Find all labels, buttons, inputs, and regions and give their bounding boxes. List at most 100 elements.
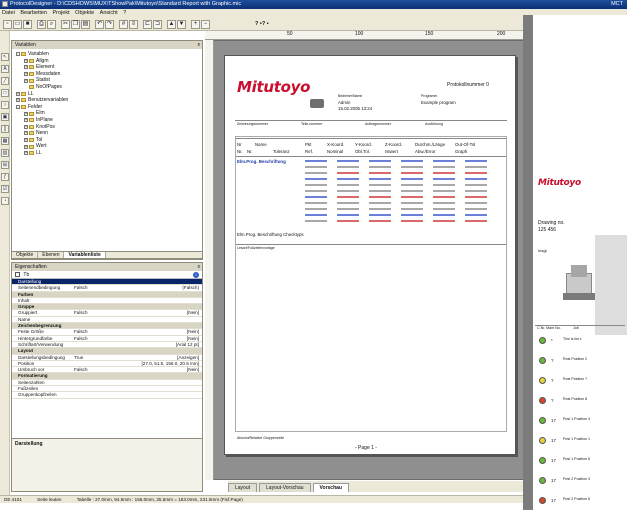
- preview-machine-cutoff: [595, 235, 627, 335]
- close-icon[interactable]: x: [198, 41, 201, 49]
- expand-icon[interactable]: +: [24, 78, 28, 83]
- tree-node[interactable]: NoOfPages: [16, 84, 198, 91]
- tree-node[interactable]: + Element: [16, 64, 198, 71]
- print-icon[interactable]: ⎙: [37, 20, 46, 29]
- align-icon[interactable]: ≡: [129, 20, 138, 29]
- print-preview-icon[interactable]: ⌕: [47, 20, 56, 29]
- chart-tool-icon[interactable]: ▥: [1, 149, 9, 157]
- new-icon[interactable]: ▫: [3, 20, 12, 29]
- report-page[interactable]: Mitutoyo Protokollnummer 0 Bediener/Name…: [224, 55, 516, 455]
- property-name: Hintergrundfarbe: [18, 335, 53, 341]
- property-name: Gruppe: [18, 304, 35, 310]
- table-tool-icon[interactable]: ▦: [1, 137, 9, 145]
- copy-icon[interactable]: ❐: [71, 20, 80, 29]
- help-buttons[interactable]: ? •? •: [255, 21, 269, 27]
- property-value: [Nein]: [186, 329, 199, 335]
- barcode-tool-icon[interactable]: ║: [1, 125, 9, 133]
- tree-node[interactable]: + Tol: [16, 137, 198, 144]
- bring-front-icon[interactable]: ▲: [167, 20, 176, 29]
- tab-preview[interactable]: Vorschau: [312, 483, 349, 492]
- menu-help[interactable]: ?: [121, 10, 128, 16]
- tree-node[interactable]: + InPlane: [16, 117, 198, 124]
- expand-icon[interactable]: +: [24, 124, 28, 129]
- tree-node[interactable]: + Messdaten: [16, 71, 198, 78]
- undo-icon[interactable]: ↶: [95, 20, 104, 29]
- rect-tool-icon[interactable]: □: [1, 89, 9, 97]
- tree-node[interactable]: + Allgm: [16, 58, 198, 65]
- close-icon[interactable]: x: [198, 263, 201, 271]
- property-name: Zeichenbegrenzung: [18, 323, 62, 329]
- send-back-icon[interactable]: ▼: [177, 20, 186, 29]
- line-tool-icon[interactable]: ╱: [1, 77, 9, 85]
- gauge-tool-icon[interactable]: ◔: [1, 197, 9, 205]
- formula-tool-icon[interactable]: ƒ: [1, 173, 9, 181]
- collapse-icon[interactable]: -: [16, 105, 20, 110]
- preview-col-header: C.Nr. Mam No.: [537, 326, 561, 330]
- image-tool-icon[interactable]: ▣: [1, 113, 9, 121]
- align-right-icon[interactable]: ⊐: [153, 20, 162, 29]
- tree-node[interactable]: + Elm: [16, 110, 198, 117]
- property-name: Darstellung: [18, 279, 42, 284]
- tree-node[interactable]: - Variablen: [16, 51, 198, 58]
- horizontal-ruler: 50 100 150 200: [205, 31, 530, 40]
- cut-icon[interactable]: ✂: [61, 20, 70, 29]
- info-col: Ausführung: [425, 122, 443, 126]
- tree-node[interactable]: + Wert: [16, 143, 198, 150]
- collapse-icon[interactable]: -: [16, 52, 20, 57]
- divider: [235, 120, 507, 121]
- align-left-icon[interactable]: ⊏: [143, 20, 152, 29]
- expand-icon[interactable]: +: [24, 58, 28, 63]
- text-tool-icon[interactable]: A: [1, 65, 9, 73]
- menu-ansicht[interactable]: Ansicht: [98, 10, 120, 16]
- select-tool-icon[interactable]: ↖: [1, 53, 9, 61]
- status-position: Tabelle : 27.0mm, 94.5mm : 156.0mm, 25.5…: [76, 497, 243, 502]
- tree-node[interactable]: + LL: [16, 150, 198, 157]
- expand-icon[interactable]: +: [24, 111, 28, 116]
- good-status-icon: [539, 357, 546, 364]
- menu-objekte[interactable]: Objekte: [73, 10, 96, 16]
- property-type: [74, 361, 122, 366]
- tab-ebenen[interactable]: Ebenen: [38, 252, 65, 258]
- expand-icon[interactable]: +: [24, 131, 28, 136]
- expand-icon[interactable]: +: [16, 98, 20, 103]
- ruler-mark: 50: [287, 31, 293, 37]
- zoom-out-icon[interactable]: −: [201, 20, 210, 29]
- info-col: Teile-nummer: [301, 122, 323, 126]
- expand-icon[interactable]: +: [24, 65, 28, 70]
- info-icon[interactable]: i: [193, 272, 199, 278]
- save-icon[interactable]: ■: [23, 20, 32, 29]
- tree-node[interactable]: + Nenn: [16, 130, 198, 137]
- expand-icon[interactable]: +: [24, 72, 28, 77]
- tab-layout[interactable]: Layout: [228, 483, 258, 492]
- menu-bearbeiten[interactable]: Bearbeiten: [18, 10, 49, 16]
- ellipse-tool-icon[interactable]: ○: [1, 101, 9, 109]
- expand-icon[interactable]: +: [24, 118, 28, 123]
- menu-datei[interactable]: Datei: [0, 10, 17, 16]
- zoom-in-icon[interactable]: +: [191, 20, 200, 29]
- expand-icon[interactable]: +: [24, 138, 28, 143]
- expand-icon[interactable]: +: [24, 151, 28, 156]
- folder-icon: [29, 131, 34, 136]
- property-value: [Nein]: [186, 335, 199, 341]
- redo-icon[interactable]: ↷: [105, 20, 114, 29]
- object-selector[interactable]: Tb i: [12, 271, 202, 279]
- expand-icon[interactable]: +: [16, 91, 20, 96]
- tab-variablenliste[interactable]: Variablenliste: [64, 252, 106, 258]
- tree-node[interactable]: + KnotPos: [16, 124, 198, 131]
- program-header: Programm: [421, 94, 438, 98]
- tab-objekte[interactable]: Objekte: [12, 252, 39, 258]
- menu-projekt[interactable]: Projekt: [51, 10, 72, 16]
- crosstab-tool-icon[interactable]: ⊞: [1, 161, 9, 169]
- open-icon[interactable]: ▭: [13, 20, 22, 29]
- tree-node[interactable]: + LL: [16, 91, 198, 98]
- tree-node[interactable]: + Benutzervariablen: [16, 97, 198, 104]
- tree-node[interactable]: - Felder: [16, 104, 198, 111]
- tree-node[interactable]: + Statist: [16, 77, 198, 84]
- property-value: [122, 348, 202, 353]
- property-row[interactable]: Gruppenkopfzeilen: [12, 392, 202, 399]
- paste-icon[interactable]: ▤: [81, 20, 90, 29]
- tab-layout-preview[interactable]: Layout-Vorschau: [259, 483, 311, 492]
- grid-icon[interactable]: #: [119, 20, 128, 29]
- expand-icon[interactable]: +: [24, 144, 28, 149]
- checkbox-tool-icon[interactable]: ☑: [1, 185, 9, 193]
